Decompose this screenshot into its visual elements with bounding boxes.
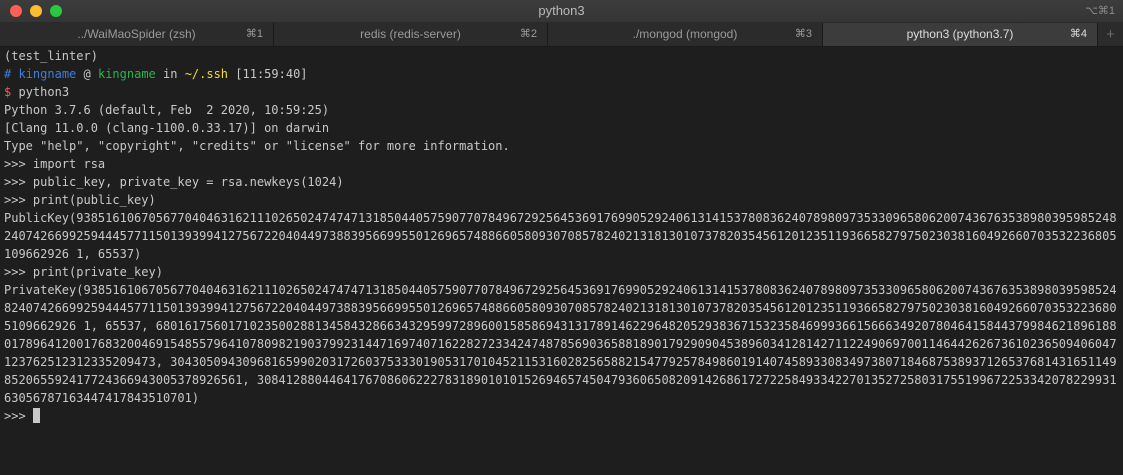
window-shortcut: ⌥⌘1: [1085, 5, 1115, 17]
repl-prompt[interactable]: >>>: [4, 407, 1119, 425]
prompt-path: ~/.ssh: [184, 67, 229, 81]
tab-label: ./mongod (mongod): [632, 27, 738, 41]
prompt-user: kingname: [18, 67, 77, 81]
prompt-host: kingname: [97, 67, 156, 81]
prompt-line: # kingname @ kingname in ~/.ssh [11:59:4…: [4, 65, 1119, 83]
tab-bar: ../WaiMaoSpider (zsh) ⌘1 redis (redis-se…: [0, 23, 1123, 47]
venv-line: (test_linter): [4, 49, 98, 63]
tab-waimaospider[interactable]: ../WaiMaoSpider (zsh) ⌘1: [0, 23, 274, 46]
tab-shortcut: ⌘3: [794, 28, 812, 40]
tab-redis[interactable]: redis (redis-server) ⌘2: [274, 23, 548, 46]
python-version: Python 3.7.6 (default, Feb 2 2020, 10:59…: [4, 103, 330, 117]
new-tab-button[interactable]: +: [1098, 23, 1123, 46]
prompt-time: [11:59:40]: [235, 67, 308, 81]
terminal-window: python3 ⌥⌘1 ../WaiMaoSpider (zsh) ⌘1 red…: [0, 0, 1123, 475]
text-cursor: [32, 408, 40, 423]
repl-import: >>> import rsa: [4, 157, 106, 171]
command-line: $ python3: [4, 83, 1119, 101]
title-bar: python3 ⌥⌘1: [0, 0, 1123, 23]
tab-shortcut: ⌘4: [1069, 28, 1087, 40]
private-key-output: PrivateKey(93851610670567704046316211102…: [4, 283, 1117, 405]
tab-python3[interactable]: python3 (python3.7) ⌘4: [823, 23, 1098, 46]
tab-shortcut: ⌘1: [245, 28, 263, 40]
command-text: python3: [18, 85, 70, 99]
public-key-output: PublicKey(938516106705677040463162111026…: [4, 211, 1117, 261]
terminal-output[interactable]: (test_linter) # kingname @ kingname in ~…: [4, 47, 1119, 425]
tab-mongod[interactable]: ./mongod (mongod) ⌘3: [548, 23, 823, 46]
prompt-at: @: [83, 67, 91, 81]
prompt-dollar: $: [4, 85, 12, 99]
repl-print-private: >>> print(private_key): [4, 265, 163, 279]
repl-prompt-text: >>>: [4, 409, 33, 423]
tab-label: redis (redis-server): [360, 27, 461, 41]
tab-shortcut: ⌘2: [519, 28, 537, 40]
repl-newkeys: >>> public_key, private_key = rsa.newkey…: [4, 175, 344, 189]
clang-info: [Clang 11.0.0 (clang-1100.0.33.17)] on d…: [4, 121, 330, 135]
repl-print-public: >>> print(public_key): [4, 193, 156, 207]
prompt-hash: #: [4, 67, 12, 81]
help-info: Type "help", "copyright", "credits" or "…: [4, 139, 510, 153]
window-title: python3: [538, 3, 585, 18]
tab-label: python3 (python3.7): [906, 27, 1014, 41]
prompt-in: in: [163, 67, 178, 81]
tab-label: ../WaiMaoSpider (zsh): [77, 27, 196, 41]
